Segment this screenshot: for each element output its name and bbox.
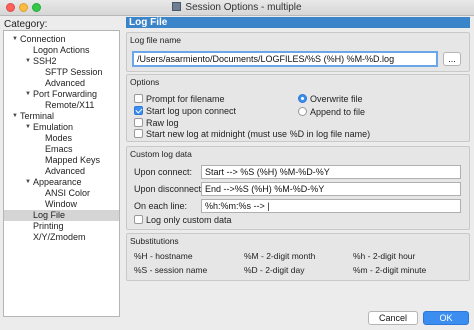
tree-item-sftp-session[interactable]: SFTP Session [45, 67, 102, 78]
log-file-name-input[interactable]: /Users/asarmiento/Documents/LOGFILES/%S … [132, 51, 438, 67]
window-controls [6, 3, 41, 12]
log-only-custom-data-checkbox[interactable]: Log only custom data [134, 215, 232, 225]
overwrite-file-radio[interactable]: Overwrite file [298, 94, 363, 104]
tree-item-log-file[interactable]: Log File [4, 210, 119, 221]
tree-item-emulation-advanced[interactable]: Advanced [45, 166, 85, 177]
substitution-item: %D - 2-digit day [244, 265, 305, 275]
substitution-item: %M - 2-digit month [244, 251, 316, 261]
minimize-window-button[interactable] [19, 3, 28, 12]
tree-item-mapped-keys[interactable]: Mapped Keys [45, 155, 100, 166]
tree-item-emulation[interactable]: ▼ Emulation [25, 122, 73, 133]
tree-item-connection[interactable]: ▼ Connection [12, 34, 66, 45]
cancel-button[interactable]: Cancel [368, 311, 418, 325]
close-window-button[interactable] [6, 3, 15, 12]
upon-disconnect-input[interactable]: End -->%S (%H) %M-%D-%Y [201, 182, 461, 196]
tree-item-appearance[interactable]: ▼ Appearance [25, 177, 82, 188]
tree-item-ssh2[interactable]: ▼ SSH2 [25, 56, 57, 67]
checkbox-box[interactable] [134, 215, 143, 224]
upon-connect-input[interactable]: Start --> %S (%H) %M-%D-%Y [201, 165, 461, 179]
radio-dot[interactable] [298, 94, 307, 103]
category-label: Category: [4, 19, 48, 30]
session-icon [172, 2, 182, 11]
tree-item-ansi-color[interactable]: ANSI Color [45, 188, 90, 199]
category-tree[interactable]: ▼ Connection Logon Actions ▼ SSH2 SFTP Ses… [3, 30, 120, 317]
panel-title: Log File [126, 17, 470, 28]
tree-item-logon-actions[interactable]: Logon Actions [33, 45, 90, 56]
browse-button[interactable]: ... [443, 52, 461, 66]
tree-item-ssh2-advanced[interactable]: Advanced [45, 78, 85, 89]
expand-toggle-icon[interactable]: ▼ [25, 122, 31, 133]
checkbox-box[interactable] [134, 106, 143, 115]
substitution-item: %H - hostname [134, 251, 193, 261]
checkbox-box[interactable] [134, 129, 143, 138]
on-each-line-input[interactable]: %h:%m:%s --> | [201, 199, 461, 213]
title-bar: Session Options - multiple [0, 0, 474, 16]
tree-item-port-forwarding[interactable]: ▼ Port Forwarding [25, 89, 97, 100]
tree-item-xyzmodem[interactable]: X/Y/Zmodem [33, 232, 86, 243]
radio-dot[interactable] [298, 107, 307, 116]
tree-item-printing[interactable]: Printing [33, 221, 64, 232]
prompt-for-filename-checkbox[interactable]: Prompt for filename [134, 94, 225, 104]
window-title: Session Options - multiple [185, 2, 302, 13]
options-label: Options [130, 77, 160, 87]
start-log-upon-connect-checkbox[interactable]: Start log upon connect [134, 106, 236, 116]
tree-item-terminal[interactable]: ▼ Terminal [12, 111, 54, 122]
start-new-log-midnight-checkbox[interactable]: Start new log at midnight (must use %D i… [134, 129, 370, 139]
tree-item-modes[interactable]: Modes [45, 133, 72, 144]
substitution-item: %h - 2-digit hour [353, 251, 416, 261]
raw-log-checkbox[interactable]: Raw log [134, 118, 179, 128]
expand-toggle-icon[interactable]: ▼ [12, 34, 18, 45]
substitution-item: %m - 2-digit minute [353, 265, 427, 275]
zoom-window-button[interactable] [32, 3, 41, 12]
custom-log-data-label: Custom log data [130, 149, 192, 159]
upon-connect-label: Upon connect: [134, 167, 193, 177]
expand-toggle-icon[interactable]: ▼ [25, 56, 31, 67]
checkbox-box[interactable] [134, 118, 143, 127]
log-file-name-label: Log file name [130, 35, 182, 45]
substitution-item: %S - session name [134, 265, 208, 275]
tree-item-window[interactable]: Window [45, 199, 77, 210]
on-each-line-label: On each line: [134, 201, 188, 211]
substitutions-label: Substitutions [130, 236, 179, 246]
ok-button[interactable]: OK [423, 311, 469, 325]
upon-disconnect-label: Upon disconnect: [134, 184, 204, 194]
append-to-file-radio[interactable]: Append to file [298, 107, 365, 117]
tree-item-remote-x11[interactable]: Remote/X11 [45, 100, 94, 111]
tree-item-emacs[interactable]: Emacs [45, 144, 73, 155]
expand-toggle-icon[interactable]: ▼ [25, 177, 31, 188]
expand-toggle-icon[interactable]: ▼ [12, 111, 18, 122]
checkbox-box[interactable] [134, 94, 143, 103]
expand-toggle-icon[interactable]: ▼ [25, 89, 31, 100]
